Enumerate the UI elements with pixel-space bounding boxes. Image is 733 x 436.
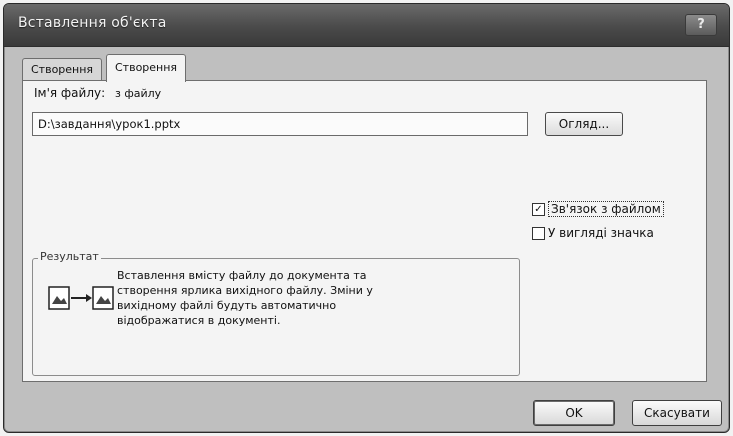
cancel-button[interactable]: Скасувати [632,400,722,426]
link-to-file-checkmark: ✓ [532,202,545,216]
link-to-file-label: Зв'язок з файлом [548,201,664,217]
tab-create-from-file[interactable]: Створення з файлу [106,54,187,100]
link-to-file-checkbox[interactable]: ✓ Зв'язок з файлом [532,201,664,217]
result-legend: Результат [38,250,101,263]
display-as-icon-checkbox[interactable]: У вигляді значка [532,226,654,240]
tab-create-new-label: Створення [31,63,94,76]
display-as-icon-box [532,226,545,240]
display-as-icon-label: У вигляді значка [548,226,654,240]
dialog-title: Вставлення об'єкта [18,15,167,31]
help-button[interactable]: ? [685,14,717,36]
tab-create-new[interactable]: Створення [22,58,103,81]
result-link-icon [48,286,114,310]
result-description: Вставлення вмісту файлу до документа та … [117,269,373,327]
title-bar[interactable]: Вставлення об'єкта ? [4,4,729,47]
browse-button[interactable]: Огляд... [545,112,623,136]
help-icon: ? [697,17,705,32]
file-name-label: Ім'я файлу: [34,86,106,100]
file-name-input[interactable]: D:\завдання\урок1.pptx [32,112,528,136]
ok-button[interactable]: OK [533,400,615,426]
